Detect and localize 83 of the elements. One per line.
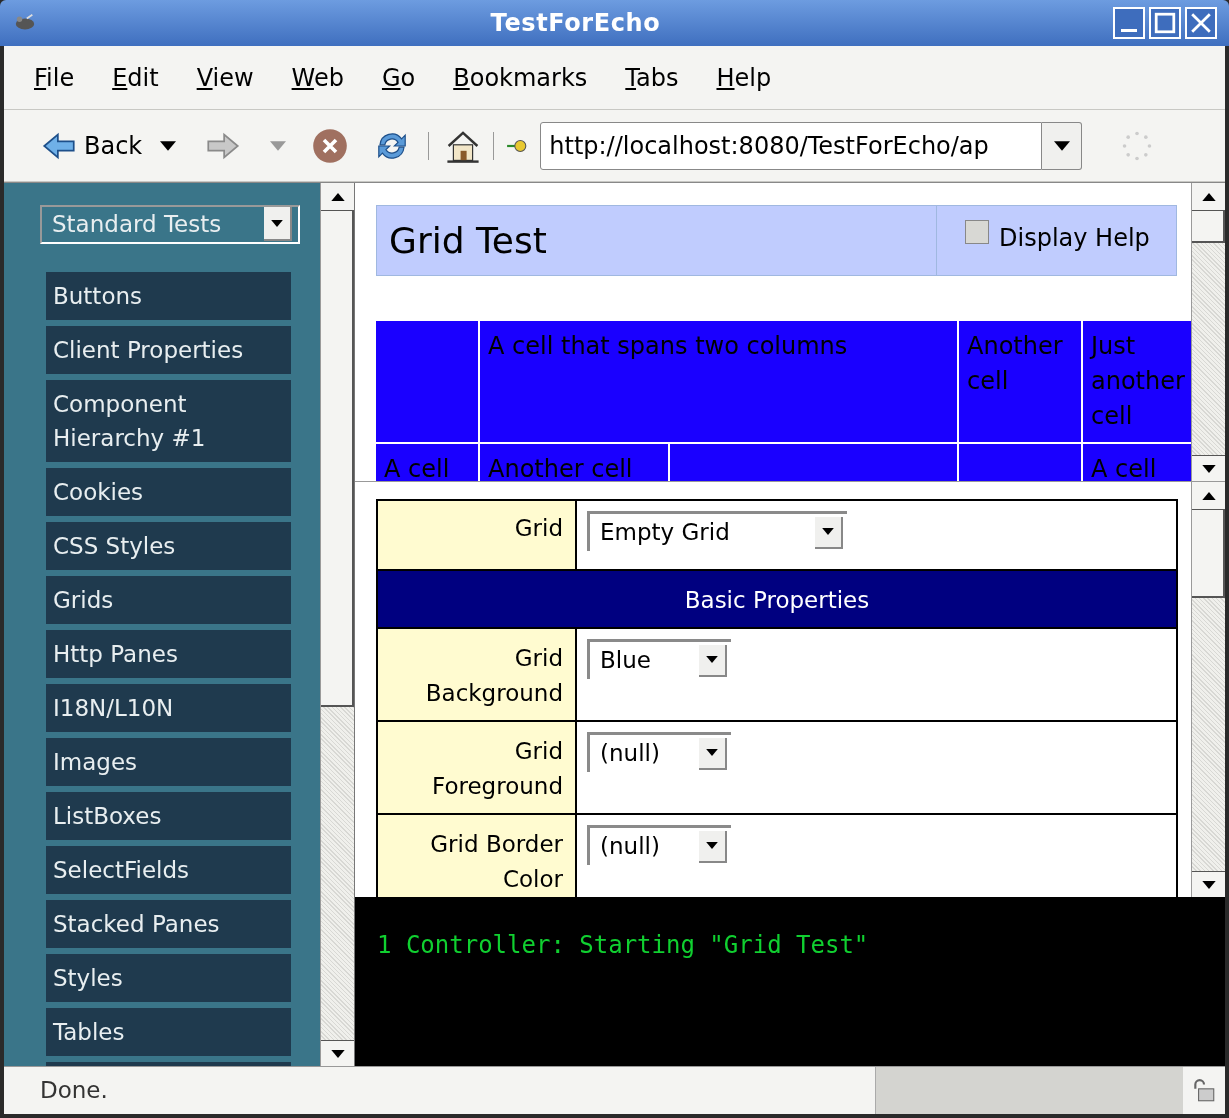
window-title: TestForEcho <box>489 8 662 39</box>
close-icon <box>1190 12 1212 34</box>
sidebar-item[interactable]: I18N/L10N <box>46 683 291 732</box>
select-field[interactable]: (null) <box>587 732 731 772</box>
scroll-up-button[interactable] <box>1192 183 1225 211</box>
scrollbar[interactable] <box>320 183 354 1066</box>
sidebar-item[interactable]: Styles <box>46 953 291 1002</box>
sidebar-item[interactable]: CSS Styles <box>46 521 291 570</box>
up-arrow-icon <box>330 192 345 201</box>
menu-item[interactable]: File <box>34 59 75 96</box>
menu-item[interactable]: Edit <box>112 59 159 96</box>
sidebar-item[interactable]: ListBoxes <box>46 791 291 840</box>
back-button[interactable]: Back <box>42 127 143 164</box>
grid-cell: A cell <box>376 444 478 481</box>
sidebar-item[interactable]: Tables <box>46 1007 291 1056</box>
scroll-thumb[interactable] <box>1192 211 1225 243</box>
right-arrow-icon[interactable] <box>206 131 241 160</box>
up-arrow-icon <box>1201 192 1216 201</box>
scroll-thumb[interactable] <box>321 211 354 707</box>
maximize-icon <box>1154 12 1176 34</box>
menu-item[interactable]: Web <box>291 59 344 96</box>
url-dropdown-button[interactable] <box>1042 121 1083 170</box>
checkbox-label: Display Help <box>999 223 1150 254</box>
scrollbar[interactable] <box>1191 183 1225 481</box>
display-help-checkbox[interactable] <box>965 220 989 244</box>
caret-icon <box>706 656 718 663</box>
menu-item[interactable]: Bookmarks <box>453 59 588 96</box>
menu-item[interactable]: Go <box>381 59 416 96</box>
sidebar-item[interactable]: Grids <box>46 575 291 624</box>
minimize-button[interactable] <box>1113 7 1145 39</box>
property-label: Grid <box>378 501 577 569</box>
select-field[interactable]: Blue <box>587 639 731 679</box>
caret-icon <box>706 842 718 849</box>
sidebar-item[interactable]: SelectFields <box>46 845 291 894</box>
stop-icon[interactable] <box>312 127 349 164</box>
sidebar-item[interactable]: Cookies <box>46 467 291 516</box>
grid-cell: Another cell <box>959 321 1081 442</box>
property-label: Grid Border Color <box>378 815 577 897</box>
maximize-button[interactable] <box>1149 7 1181 39</box>
close-button[interactable] <box>1185 7 1217 39</box>
menu-item[interactable]: Help <box>716 59 772 96</box>
menu-item[interactable]: Tabs <box>625 59 679 96</box>
down-arrow-icon <box>1201 880 1216 889</box>
section-header: Basic Properties <box>378 571 1176 629</box>
scroll-thumb[interactable] <box>1192 510 1225 598</box>
scroll-down-button[interactable] <box>1192 455 1225 481</box>
property-label: Grid Foreground <box>378 722 577 813</box>
grid-cell: A cell <box>1083 444 1191 481</box>
console-line: 1 Controller: Starting "Grid Test" <box>377 930 870 961</box>
caret-icon <box>1053 140 1070 151</box>
sidebar-item[interactable]: Http Panes <box>46 629 291 678</box>
lock-icon <box>1191 1077 1217 1104</box>
down-arrow-icon <box>330 1049 345 1058</box>
minimize-icon <box>1120 29 1138 32</box>
left-arrow-icon <box>42 131 76 160</box>
sidebar-item[interactable]: Images <box>46 737 291 786</box>
scroll-up-button[interactable] <box>321 183 354 211</box>
grid-cell: Another cell <box>480 444 668 481</box>
menu-item[interactable]: View <box>196 59 254 96</box>
grid-cell: A cell that spans two columns <box>480 321 957 442</box>
dropdown-icon[interactable] <box>270 140 287 151</box>
caret-icon <box>160 140 177 151</box>
select-field[interactable]: Empty Grid <box>587 511 847 551</box>
sidebar-item[interactable]: Client Properties <box>46 325 291 374</box>
up-arrow-icon <box>1201 491 1216 500</box>
caret-icon <box>822 528 834 535</box>
property-label: Grid Background <box>378 629 577 720</box>
status-text: Done. <box>39 1076 109 1106</box>
select-field[interactable]: (null) <box>587 825 731 865</box>
scroll-down-button[interactable] <box>321 1040 354 1066</box>
grid-cell: Just another cell <box>1083 321 1191 442</box>
sidebar-item[interactable]: Stacked Panes <box>46 899 291 948</box>
page-title: Grid Test <box>388 219 548 263</box>
url-field[interactable]: http://localhost:8080/TestForEcho/ap <box>540 121 1043 170</box>
sidebar-item[interactable]: Buttons <box>46 271 291 320</box>
caret-icon <box>706 749 718 756</box>
scroll-down-button[interactable] <box>1192 871 1225 897</box>
scrollbar[interactable] <box>1191 482 1225 897</box>
caret-icon <box>271 219 283 227</box>
sidebar-item[interactable]: Component Hierarchy #1 <box>46 379 291 462</box>
test-selector[interactable]: Standard Tests <box>40 205 300 244</box>
down-arrow-icon <box>1201 464 1216 473</box>
scroll-up-button[interactable] <box>1192 482 1225 510</box>
